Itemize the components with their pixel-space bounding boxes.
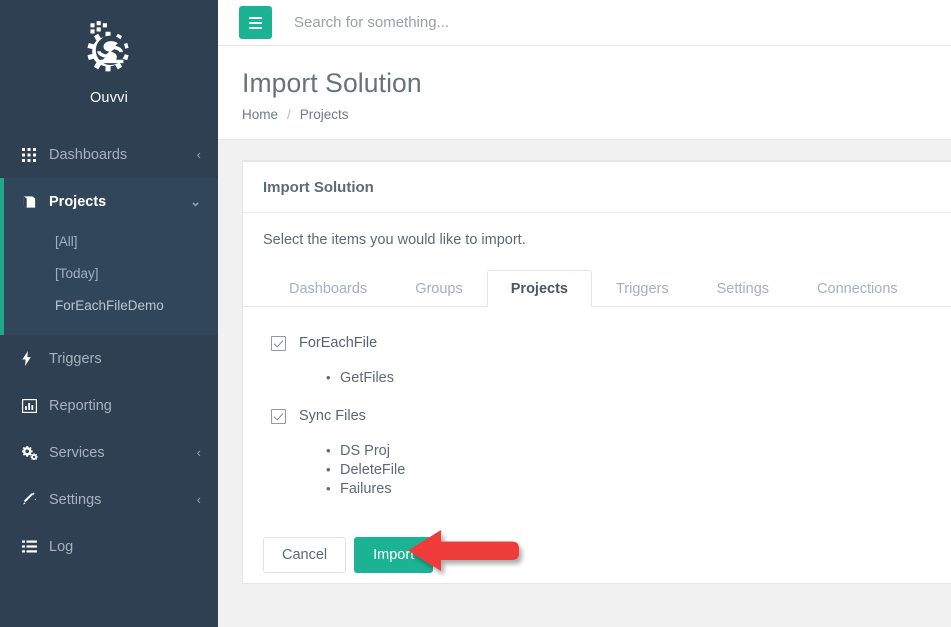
sidebar-item-reporting[interactable]: Reporting (0, 382, 218, 429)
topbar (218, 0, 951, 46)
list-item: DeleteFile (326, 460, 951, 480)
import-item-label: Sync Files (299, 408, 366, 424)
sidebar-group-projects: Projects ⌄ [All] [Today] ForEachFileDemo (0, 178, 218, 335)
sidebar-item-settings[interactable]: Settings ‹ (0, 476, 218, 523)
chevron-left-icon: ‹ (196, 492, 201, 507)
list-item: DS Proj (326, 441, 951, 461)
main-area: Import Solution Home / Projects Import S… (218, 0, 951, 627)
sidebar-nav: Dashboards ‹ Projects ⌄ [All] [Today] Fo… (0, 131, 218, 570)
tab-groups[interactable]: Groups (391, 270, 487, 307)
import-item-row[interactable]: ForEachFile (271, 335, 951, 351)
hamburger-icon[interactable] (239, 6, 272, 39)
checkbox-sync-files[interactable] (271, 408, 286, 424)
card-body: Select the items you would like to impor… (243, 213, 951, 248)
sidebar-item-label: Log (49, 538, 74, 555)
app-root: Ouvvi Dashboards ‹ Projects ⌄ [All] [Tod… (0, 0, 951, 627)
gear-s-logo-icon (76, 17, 142, 83)
breadcrumb-home[interactable]: Home (242, 107, 278, 122)
sidebar-item-label: Triggers (49, 350, 102, 367)
card-title: Import Solution (243, 162, 951, 213)
search-input[interactable] (294, 14, 654, 31)
tab-triggers[interactable]: Triggers (592, 270, 693, 307)
chevron-left-icon: ‹ (196, 147, 201, 162)
bolt-icon (22, 351, 42, 366)
list-icon (22, 540, 42, 553)
brand-name: Ouvvi (89, 90, 129, 106)
breadcrumb-projects[interactable]: Projects (300, 107, 349, 122)
sidebar-subitem-foreachfiledemo[interactable]: ForEachFileDemo (0, 289, 218, 321)
cogs-icon (22, 445, 42, 460)
chevron-down-icon: ⌄ (190, 194, 201, 209)
list-item: Failures (326, 479, 951, 499)
book-icon (22, 195, 42, 209)
chevron-left-icon: ‹ (196, 445, 201, 460)
sidebar-item-label: Dashboards (49, 146, 128, 163)
sidebar-item-label: Settings (49, 491, 102, 508)
sidebar-subitem-all[interactable]: [All] (0, 225, 218, 257)
tab-connections[interactable]: Connections (793, 270, 922, 307)
sidebar-item-label: Projects (49, 193, 107, 210)
import-tabs: Dashboards Groups Projects Triggers Sett… (243, 269, 951, 307)
sidebar-item-projects[interactable]: Projects ⌄ (0, 178, 218, 225)
import-item-row[interactable]: Sync Files (271, 408, 951, 424)
tab-settings[interactable]: Settings (693, 270, 793, 307)
sidebar-item-log[interactable]: Log (0, 523, 218, 570)
import-item-label: ForEachFile (299, 335, 378, 351)
tab-panel-projects: ForEachFile GetFiles Sync Files DS Proj … (243, 307, 951, 574)
checkbox-foreachfile[interactable] (271, 335, 286, 351)
sidebar-subnav-projects: [All] [Today] ForEachFileDemo (0, 225, 218, 335)
breadcrumb: Home / Projects (242, 107, 951, 122)
brand: Ouvvi (0, 0, 218, 131)
wand-icon (22, 492, 42, 507)
sidebar-item-label: Services (49, 444, 105, 461)
tab-projects[interactable]: Projects (486, 270, 592, 307)
sidebar: Ouvvi Dashboards ‹ Projects ⌄ [All] [Tod… (0, 0, 218, 627)
card-intro-text: Select the items you would like to impor… (263, 232, 526, 248)
cancel-button[interactable]: Cancel (263, 537, 347, 574)
page-title: Import Solution (242, 68, 422, 98)
sidebar-subitem-today[interactable]: [Today] (0, 257, 218, 289)
card-actions: Cancel Import (263, 537, 951, 574)
list-item: GetFiles (326, 368, 951, 388)
import-button[interactable]: Import (354, 537, 434, 574)
content-area: Import Solution Select the items you wou… (218, 140, 951, 627)
import-subitems-foreachfile: GetFiles (326, 368, 951, 388)
page-header: Import Solution Home / Projects (218, 46, 951, 140)
breadcrumb-separator: / (287, 107, 291, 122)
sidebar-item-services[interactable]: Services ‹ (0, 429, 218, 476)
sidebar-item-label: Reporting (49, 397, 112, 414)
grid-icon (22, 147, 42, 162)
sidebar-item-triggers[interactable]: Triggers (0, 335, 218, 382)
sidebar-item-dashboards[interactable]: Dashboards ‹ (0, 131, 218, 178)
tab-dashboards[interactable]: Dashboards (265, 270, 391, 307)
import-solution-card: Import Solution Select the items you wou… (242, 160, 951, 584)
import-subitems-sync-files: DS Proj DeleteFile Failures (326, 441, 951, 499)
bar-chart-icon (22, 398, 42, 413)
